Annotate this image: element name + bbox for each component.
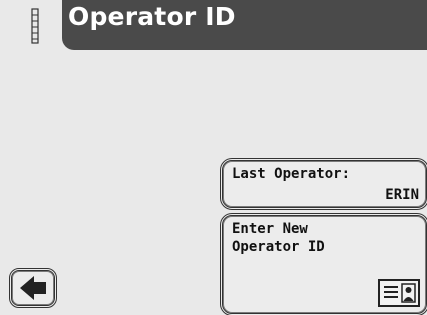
enter-new-operator-button[interactable]: Enter New Operator ID [220,213,427,315]
enter-new-operator-label: Enter New Operator ID [232,221,325,255]
last-operator-panel[interactable]: Last Operator: ERIN [220,158,427,210]
back-arrow-icon [20,276,46,300]
last-operator-label: Last Operator: [232,166,351,182]
id-card-icon [378,279,420,307]
operator-id-screen: Operator ID Last Operator: ERIN Enter Ne… [0,0,427,315]
back-button[interactable] [9,268,57,308]
battery-icon [31,8,39,44]
last-operator-value: ERIN [385,187,419,203]
page-title: Operator ID [68,2,236,31]
header: Operator ID [0,0,427,50]
